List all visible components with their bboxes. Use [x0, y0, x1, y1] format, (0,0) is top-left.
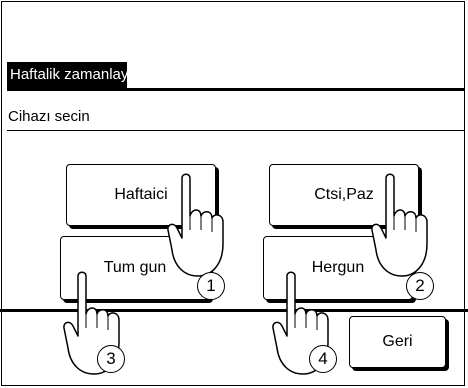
weekend-button[interactable]: Ctsi,Paz [269, 164, 419, 226]
callout-2: 2 [406, 272, 434, 300]
prompt-divider [7, 130, 464, 131]
screen-title: Haftalik zamanlayici [7, 62, 143, 88]
weekdays-button[interactable]: Haftaici [66, 164, 216, 226]
callout-4: 4 [309, 345, 337, 373]
select-device-prompt: Cihazı secin [8, 108, 90, 125]
back-button[interactable]: Geri [349, 316, 446, 368]
callout-3: 3 [97, 345, 125, 373]
everyday-button[interactable]: Hergun [263, 236, 413, 300]
title-divider [7, 88, 464, 91]
bottom-divider [0, 309, 468, 312]
callout-1: 1 [197, 272, 225, 300]
all-day-button[interactable]: Tum gun [60, 236, 210, 300]
